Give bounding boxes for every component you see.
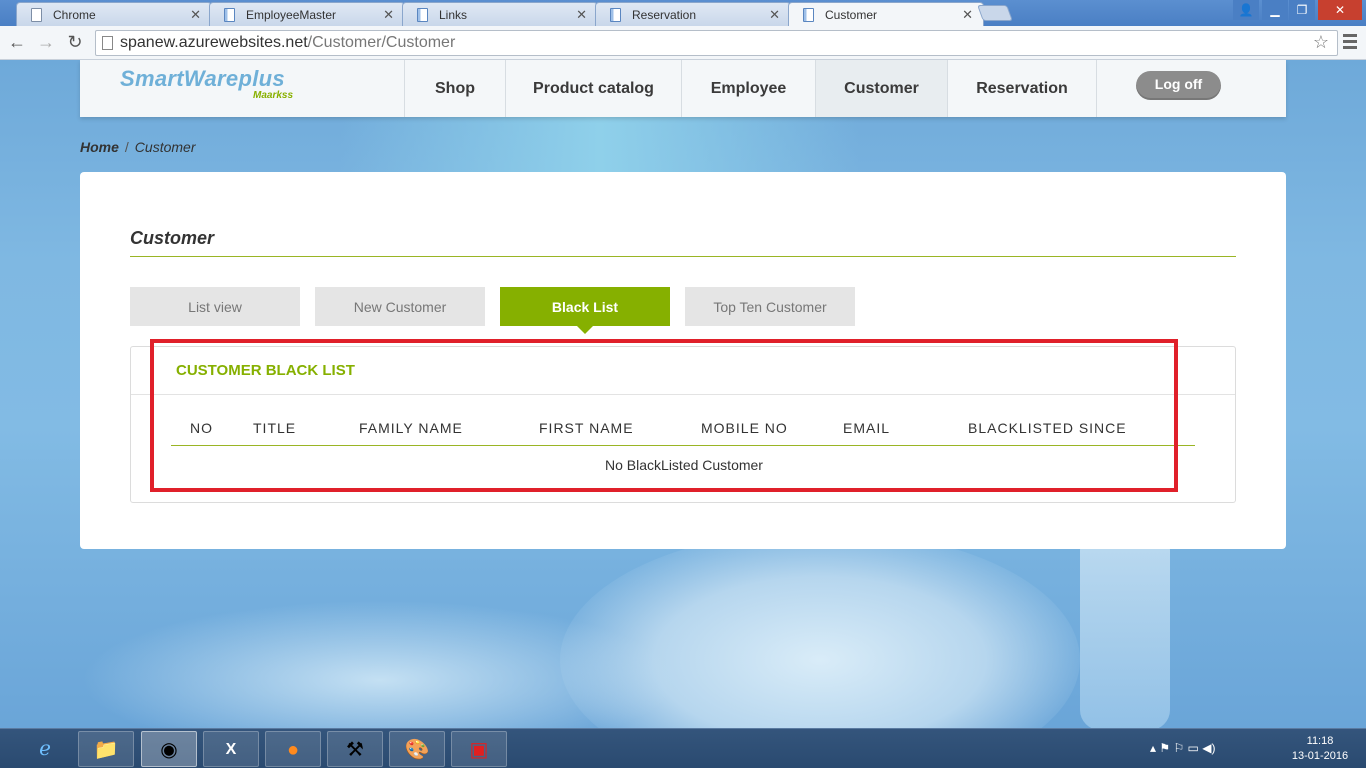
browser-toolbar: ← → ↻ spanew.azurewebsites.net/Customer/…: [0, 26, 1366, 60]
browser-tab-strip: Chrome ✕ EmployeeMaster ✕ Links ✕ Reserv…: [0, 0, 1366, 27]
background-decoration: [1080, 530, 1170, 728]
close-window-button[interactable]: ✕: [1318, 0, 1362, 20]
section-tabs: List view New Customer Black List Top Te…: [130, 287, 870, 334]
internet-explorer-icon[interactable]: ℯ: [17, 731, 73, 767]
main-nav: Shop Product catalog Employee Customer R…: [404, 60, 1097, 117]
tab-title: Customer: [825, 8, 878, 22]
user-icon[interactable]: 👤: [1233, 0, 1259, 20]
browser-tab-links[interactable]: Links ✕: [402, 2, 598, 26]
browser-tab-employeemaster[interactable]: EmployeeMaster ✕: [209, 2, 405, 26]
close-icon[interactable]: ✕: [769, 7, 780, 23]
site-logo[interactable]: SmartWareplus: [120, 66, 285, 92]
page-icon: [102, 36, 113, 50]
tab-title: Reservation: [632, 8, 697, 22]
address-bar[interactable]: spanew.azurewebsites.net/Customer/Custom…: [95, 30, 1338, 56]
breadcrumb-home[interactable]: Home: [80, 139, 119, 155]
firefox-icon[interactable]: ●: [265, 731, 321, 767]
forward-button[interactable]: →: [35, 32, 57, 53]
reload-button[interactable]: ↻: [64, 32, 86, 53]
nav-employee[interactable]: Employee: [681, 60, 815, 117]
tab-title: Links: [439, 8, 468, 22]
system-tray[interactable]: ▴ ⚑ ⚐ ▭ ◀): [1150, 741, 1215, 755]
nav-customer[interactable]: Customer: [815, 60, 947, 117]
breadcrumb-separator: /: [124, 139, 129, 155]
chrome-icon[interactable]: ◉: [141, 731, 197, 767]
nav-reservation[interactable]: Reservation: [947, 60, 1097, 117]
nav-shop[interactable]: Shop: [404, 60, 505, 117]
paint-icon[interactable]: 🎨: [389, 731, 445, 767]
page-title: Customer: [130, 228, 215, 248]
site-logo-sub: Maarkss: [253, 90, 294, 101]
close-icon[interactable]: ✕: [190, 7, 201, 23]
title-divider: [130, 256, 1236, 257]
tools-icon[interactable]: ⚒: [327, 731, 383, 767]
tab-list-view[interactable]: List view: [130, 287, 300, 326]
tab-title: Chrome: [53, 8, 96, 22]
page-icon: [803, 8, 814, 22]
page-icon: [417, 8, 428, 22]
restore-button[interactable]: ❐: [1289, 0, 1315, 20]
file-explorer-icon[interactable]: 📁: [78, 731, 134, 767]
clock-date: 13-01-2016: [1291, 750, 1349, 762]
tab-title: EmployeeMaster: [246, 8, 337, 22]
breadcrumb-current: Customer: [134, 139, 196, 155]
page-icon: [224, 8, 235, 22]
browser-tab-customer[interactable]: Customer ✕: [788, 2, 984, 27]
browser-tab-chrome[interactable]: Chrome ✕: [16, 2, 212, 26]
logoff-button[interactable]: Log off: [1136, 71, 1221, 100]
page-icon: [610, 8, 621, 22]
chrome-menu-icon[interactable]: [1343, 34, 1357, 52]
back-button[interactable]: ←: [6, 32, 28, 53]
excel-icon[interactable]: X: [203, 731, 259, 767]
page-icon: [31, 8, 42, 22]
close-icon[interactable]: ✕: [383, 7, 394, 23]
close-icon[interactable]: ✕: [962, 7, 973, 23]
site-header: SmartWareplus Maarkss Shop Product catal…: [80, 60, 1286, 117]
url-host: spanew.azurewebsites.net: [120, 34, 308, 51]
windows-taskbar: ℯ 📁 ◉ X ● ⚒ 🎨 ▣ ▴ ⚑ ⚐ ▭ ◀) 11:18 13-01-2…: [0, 728, 1366, 768]
nav-product-catalog[interactable]: Product catalog: [505, 60, 681, 117]
new-tab-button[interactable]: [977, 5, 1013, 21]
url-path: /Customer/Customer: [307, 34, 456, 51]
tab-new-customer[interactable]: New Customer: [315, 287, 485, 326]
tab-top-ten-customer[interactable]: Top Ten Customer: [685, 287, 855, 326]
browser-tab-reservation[interactable]: Reservation ✕: [595, 2, 791, 26]
bookmark-star-icon[interactable]: ☆: [1313, 32, 1329, 53]
close-icon[interactable]: ✕: [576, 7, 587, 23]
app-icon[interactable]: ▣: [451, 731, 507, 767]
breadcrumb: Home / Customer: [80, 139, 195, 155]
clock-time: 11:18: [1306, 735, 1334, 747]
minimize-button[interactable]: ▁: [1262, 0, 1288, 20]
highlight-box: [150, 339, 1178, 492]
taskbar-clock[interactable]: 11:18 13-01-2016: [1290, 734, 1350, 764]
tab-black-list[interactable]: Black List: [500, 287, 670, 334]
